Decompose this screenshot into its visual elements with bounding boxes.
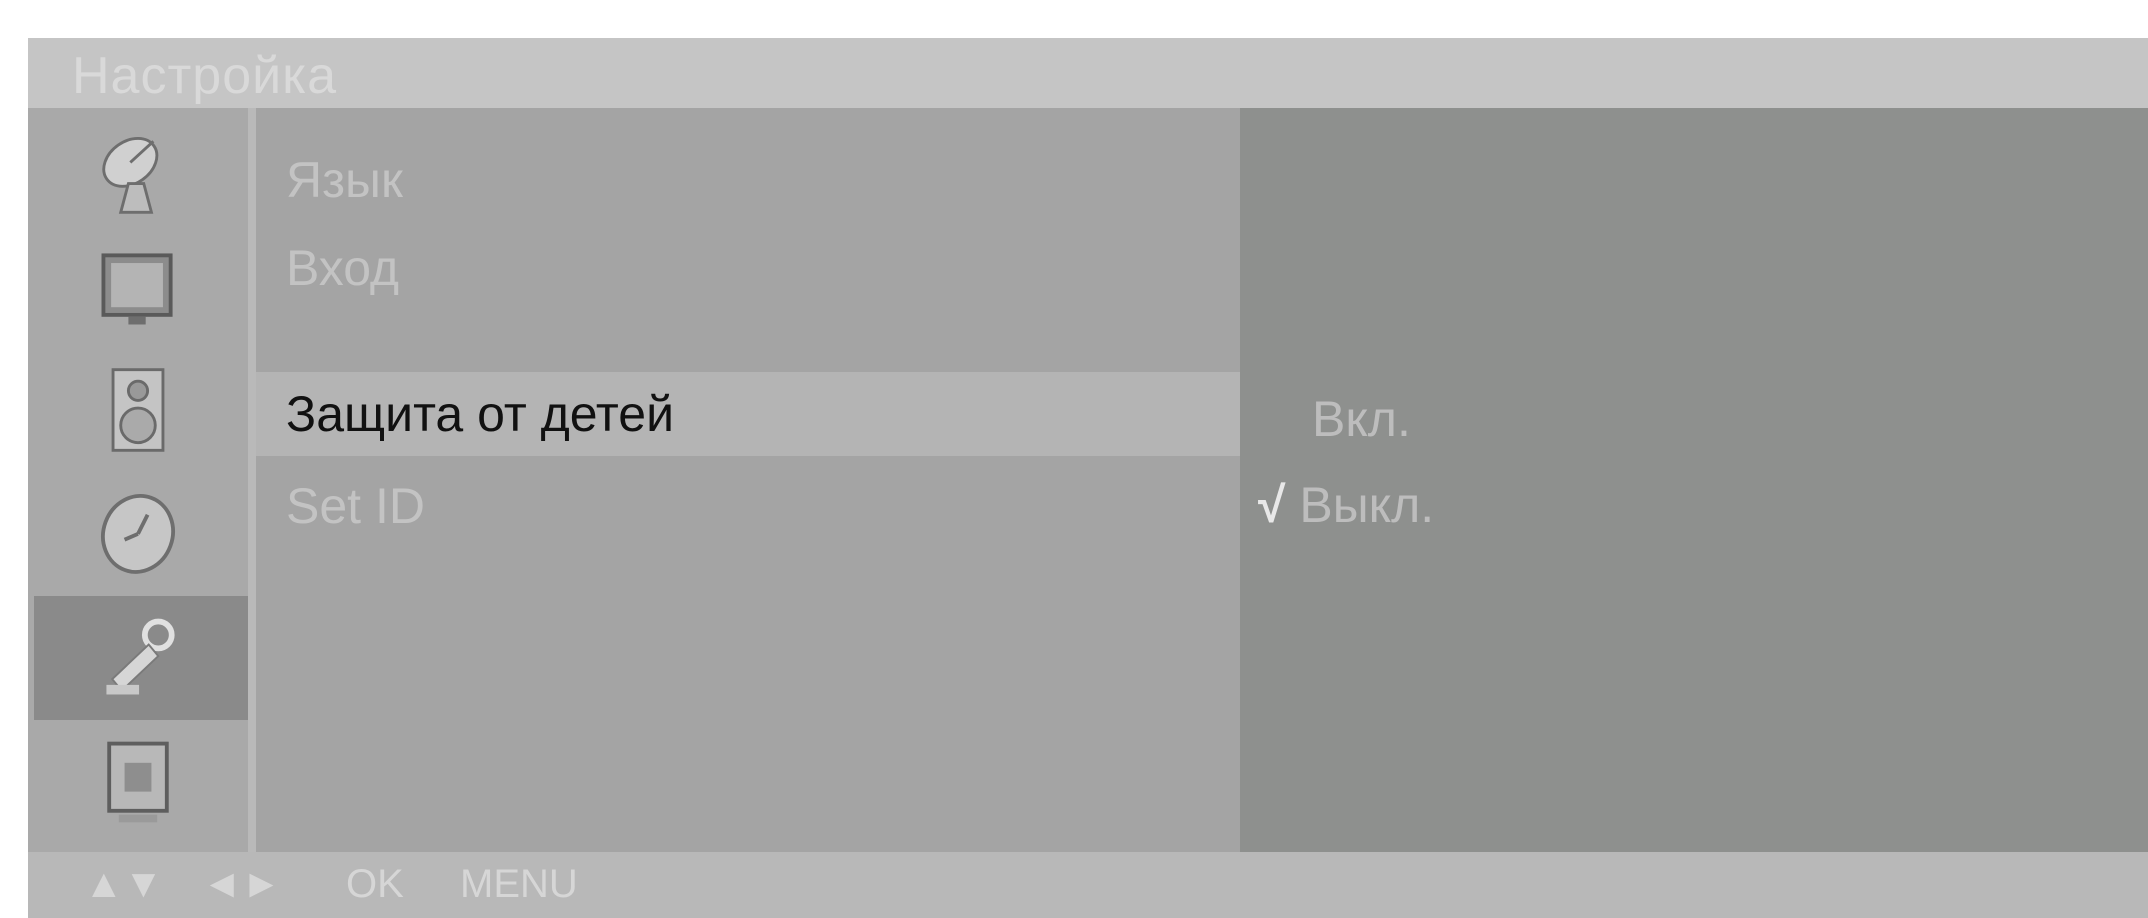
option-off-label: Выкл. [1299, 477, 1435, 533]
settings-menu-panel: Язык Вход Защита от детей Set ID [256, 108, 1246, 852]
sidebar-item-time[interactable] [34, 474, 242, 590]
option-on[interactable]: Вкл. [1312, 390, 1411, 448]
menu-item-child-lock[interactable]: Защита от детей [256, 372, 1246, 456]
wrench-icon [106, 618, 175, 695]
option-on-label: Вкл. [1312, 391, 1411, 447]
category-sidebar [28, 108, 256, 852]
checkmark-icon: √ [1258, 477, 1286, 533]
screen-icon [107, 741, 169, 823]
satellite-dish-icon [102, 137, 159, 214]
menu-hint: MENU [460, 862, 578, 906]
sidebar-item-sound[interactable] [34, 352, 242, 468]
sidebar-item-setup[interactable] [34, 596, 248, 720]
title-bar: Настройка [28, 38, 2148, 108]
clock-icon [101, 494, 175, 574]
tv-picture-icon [101, 253, 173, 325]
sidebar-item-screen[interactable] [34, 724, 242, 840]
menu-title: Настройка [72, 47, 337, 105]
option-off[interactable]: √ Выкл. [1258, 476, 1434, 534]
sidebar-item-channel[interactable] [34, 114, 242, 230]
osd-screen: Настройка Язык Вход Защита от детей Set … [28, 38, 2148, 918]
options-panel: Вкл. √ Выкл. [1240, 108, 2148, 852]
up-down-arrows-icon: ▲▼ [84, 862, 164, 906]
left-right-arrows-icon: ◄► [202, 862, 282, 906]
speaker-icon [111, 368, 165, 452]
menu-item-set-id[interactable]: Set ID [256, 466, 1246, 546]
ok-hint: OK [346, 862, 404, 906]
navigation-hint-bar: ▲▼ ◄► OK MENU [28, 852, 2148, 918]
menu-item-language[interactable]: Язык [256, 140, 1246, 220]
menu-item-input[interactable]: Вход [256, 228, 1246, 308]
sidebar-item-picture[interactable] [34, 230, 242, 346]
